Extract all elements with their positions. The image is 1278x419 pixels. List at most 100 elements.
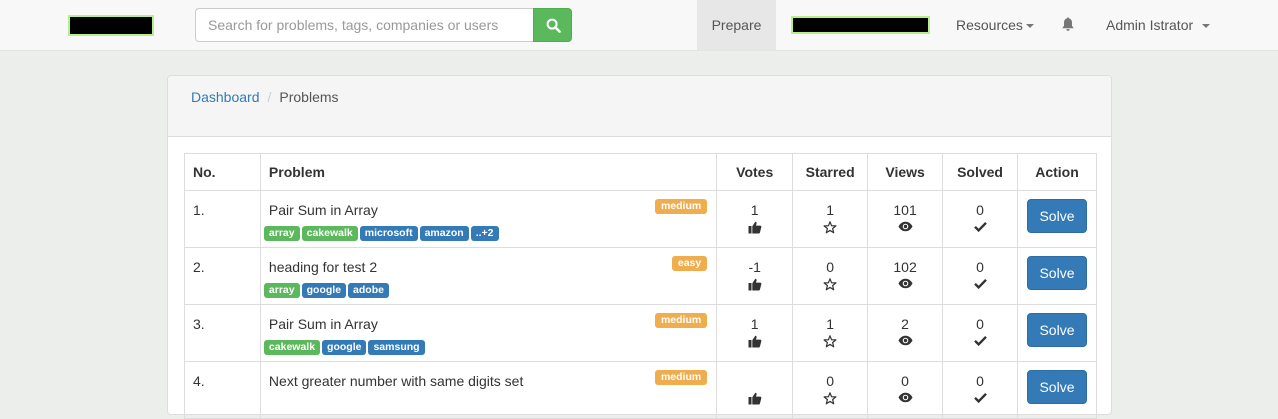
header-starred: Starred: [792, 153, 869, 191]
table-row: 1. Pair Sum in Array medium array cakewalk mi…: [184, 190, 1098, 248]
solved-count: 0: [976, 259, 984, 275]
nav-item-redacted[interactable]: [791, 16, 930, 34]
thumbs-up-icon[interactable]: [748, 392, 762, 405]
nav-prepare[interactable]: Prepare: [697, 0, 776, 50]
problem-title[interactable]: Next greater number with same digits set: [269, 373, 523, 389]
votes-count: -1: [748, 259, 761, 275]
solve-button[interactable]: Solve: [1026, 370, 1087, 404]
eye-icon: [898, 335, 913, 346]
star-icon[interactable]: [823, 278, 837, 291]
notifications-button[interactable]: [1061, 17, 1075, 33]
tag-topic[interactable]: cakewalk: [301, 226, 358, 241]
thumbs-up-icon[interactable]: [748, 335, 762, 348]
tag-company[interactable]: google: [301, 283, 347, 298]
views-count: 102: [893, 259, 917, 275]
thumbs-up-icon[interactable]: [748, 278, 762, 291]
star-icon[interactable]: [823, 335, 837, 348]
problem-cell: Pair Sum in Array medium cakewalk google sam…: [259, 304, 718, 362]
row-number: 3.: [184, 304, 261, 362]
difficulty-badge: easy: [671, 256, 708, 271]
eye-icon: [898, 278, 913, 289]
table-row: 3. Pair Sum in Array medium cakewalk google s…: [184, 304, 1098, 362]
solved-cell: 0: [942, 190, 1018, 248]
views-cell: 101: [867, 190, 944, 248]
starred-count: 1: [826, 202, 835, 218]
nav-resources-dropdown[interactable]: Resources: [956, 0, 1034, 50]
votes-count: [717, 373, 792, 389]
thumbs-up-icon[interactable]: [748, 221, 762, 234]
search-input[interactable]: [195, 8, 533, 42]
tag-topic[interactable]: array: [263, 283, 300, 298]
views-cell: 102: [867, 247, 944, 305]
problem-cell: heading for test 2 easy array google adobe: [259, 247, 718, 305]
starred-count: 0: [826, 259, 835, 275]
views-count: 0: [901, 373, 909, 389]
votes-cell: 1: [716, 190, 794, 248]
search-button[interactable]: [533, 8, 572, 42]
brand-logo[interactable]: [68, 15, 154, 36]
tag-topic[interactable]: array: [263, 226, 300, 241]
breadcrumb-current: Problems: [279, 89, 339, 105]
user-name: Admin Istrator: [1106, 17, 1194, 33]
panel-heading: Dashboard / Problems: [168, 76, 1111, 137]
starred-count: 0: [826, 373, 835, 389]
tag-company[interactable]: samsung: [368, 340, 425, 355]
star-icon[interactable]: [823, 221, 837, 234]
breadcrumb-dashboard-link[interactable]: Dashboard: [191, 89, 260, 105]
action-cell: Solve: [1016, 247, 1098, 305]
problem-title[interactable]: Pair Sum in Array: [269, 316, 378, 332]
user-menu-dropdown[interactable]: Admin Istrator: [1106, 0, 1211, 50]
tag-company[interactable]: amazon: [419, 226, 469, 241]
solve-button[interactable]: Solve: [1026, 199, 1087, 233]
row-number: 1.: [184, 190, 261, 248]
caret-down-icon: [1202, 24, 1211, 29]
problem-title[interactable]: Pair Sum in Array: [269, 202, 378, 218]
tag-list: array cakewalk microsoft amazon ..+2: [263, 223, 501, 241]
solved-count: 0: [976, 373, 984, 389]
tag-list: cakewalk google samsung: [263, 337, 427, 355]
solve-button[interactable]: Solve: [1026, 313, 1087, 347]
solved-count: 0: [976, 316, 984, 332]
votes-cell: 1: [716, 304, 794, 362]
header-action: Action: [1016, 153, 1098, 191]
solve-button[interactable]: Solve: [1026, 256, 1087, 290]
action-cell: Solve: [1016, 190, 1098, 248]
tag-company[interactable]: ..+2: [470, 226, 499, 241]
star-icon[interactable]: [823, 392, 837, 405]
header-views: Views: [867, 153, 944, 191]
tag-company[interactable]: google: [322, 340, 367, 355]
solved-cell: 0: [942, 304, 1018, 362]
eye-icon: [898, 221, 913, 232]
views-cell: 2: [867, 304, 944, 362]
tag-list: array google adobe: [263, 280, 391, 298]
starred-cell: 1: [792, 190, 869, 248]
header-solved: Solved: [942, 153, 1018, 191]
tag-topic[interactable]: cakewalk: [263, 340, 321, 355]
check-icon: [973, 221, 987, 232]
solved-cell: 0: [942, 247, 1018, 305]
check-icon: [973, 335, 987, 346]
votes-count: 1: [750, 202, 759, 218]
tag-company[interactable]: adobe: [348, 283, 389, 298]
difficulty-badge: medium: [654, 313, 708, 328]
tag-company[interactable]: microsoft: [359, 226, 418, 241]
votes-count: 1: [750, 316, 759, 332]
difficulty-badge: medium: [654, 370, 708, 385]
action-cell: Solve: [1016, 304, 1098, 362]
nav-resources-label: Resources: [956, 17, 1023, 33]
problems-panel: Dashboard / Problems No. Problem Votes Sta…: [167, 75, 1112, 419]
solved-count: 0: [976, 202, 984, 218]
starred-cell: 0: [792, 247, 869, 305]
bell-icon: [1062, 17, 1074, 31]
caret-down-icon: [1025, 24, 1034, 29]
problem-cell: Pair Sum in Array medium array cakewalk micr…: [259, 190, 718, 248]
problem-title[interactable]: heading for test 2: [269, 259, 377, 275]
search-icon: [546, 18, 561, 33]
search-form: [195, 8, 572, 42]
header-no: No.: [184, 153, 261, 191]
starred-cell: 1: [792, 304, 869, 362]
header-problem: Problem: [259, 153, 718, 191]
check-icon: [973, 392, 987, 403]
views-count: 101: [893, 202, 917, 218]
row-number: 2.: [184, 247, 261, 305]
